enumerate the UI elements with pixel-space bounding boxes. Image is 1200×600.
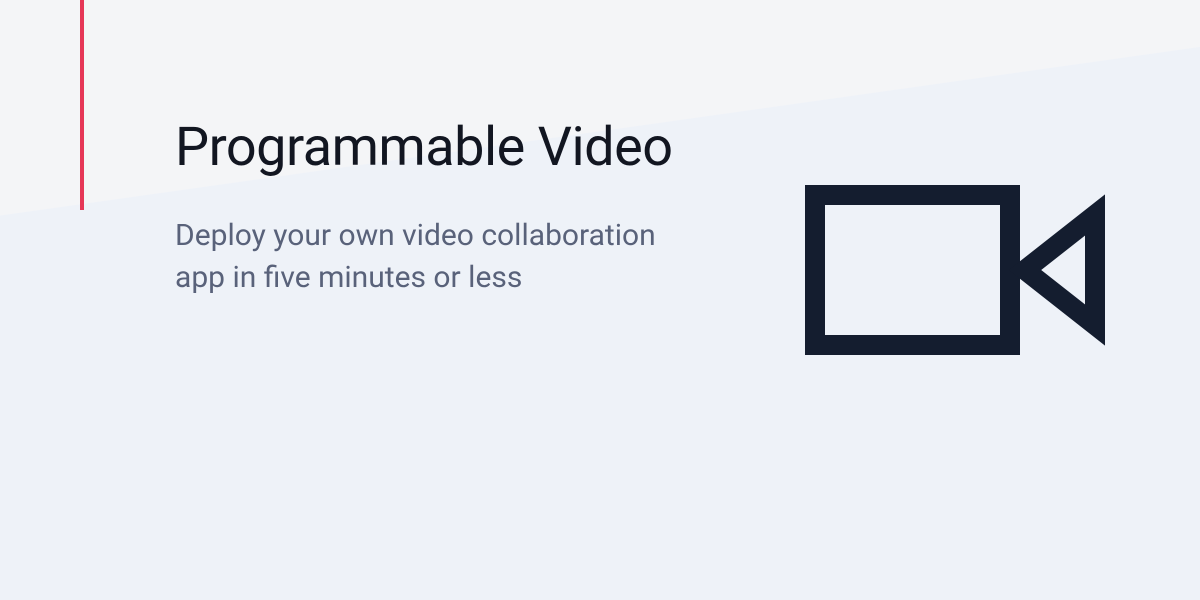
hero-content: Programmable Video Deploy your own video… [175, 118, 695, 299]
video-camera-icon [805, 175, 1105, 369]
hero-subtitle: Deploy your own video collaboration app … [175, 215, 695, 299]
hero-title: Programmable Video [175, 118, 695, 177]
accent-bar [80, 0, 84, 210]
